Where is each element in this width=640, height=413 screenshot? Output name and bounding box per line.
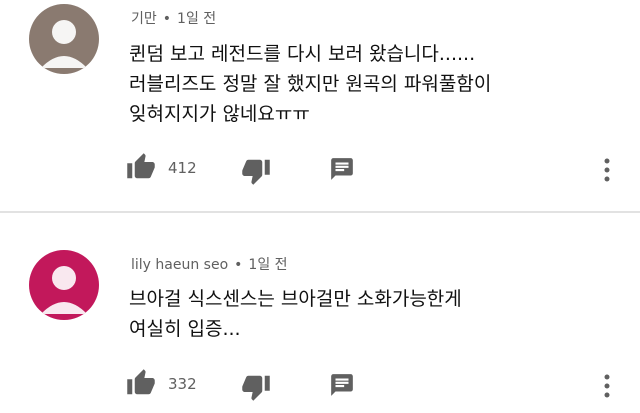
comment-divider bbox=[0, 211, 640, 213]
thumbs-down-icon bbox=[241, 156, 271, 186]
author-name[interactable]: 기만 bbox=[131, 11, 157, 27]
comment-item: lily haeun seo • 1일 전 브아걸 식스센스는 브아걸만 소화가능한… bbox=[0, 216, 640, 413]
comment-time: 1일 전 bbox=[248, 257, 288, 273]
comment-text: 브아걸 식스센스는 브아걸만 소화가능한게 여실히 입증... bbox=[129, 284, 600, 344]
comment-meta: lily haeun seo • 1일 전 bbox=[131, 254, 288, 274]
avatar[interactable] bbox=[29, 250, 99, 320]
comment-actions: 412 bbox=[0, 150, 640, 190]
comment-meta: 기만 • 1일 전 bbox=[131, 8, 216, 28]
like-count: 412 bbox=[168, 159, 197, 177]
dislike-button[interactable] bbox=[241, 372, 271, 402]
like-count: 332 bbox=[168, 375, 197, 393]
comment-item: 기만 • 1일 전 퀸덤 보고 레전드를 다시 보러 왔습니다...... 러블리즈… bbox=[0, 0, 640, 210]
thumbs-up-icon bbox=[126, 152, 156, 182]
reply-button[interactable] bbox=[329, 372, 355, 398]
comment-time: 1일 전 bbox=[177, 11, 217, 27]
separator: • bbox=[234, 257, 243, 273]
more-vert-icon bbox=[600, 372, 614, 400]
comment-line: 퀸덤 보고 레전드를 다시 보러 왔습니다...... bbox=[129, 43, 476, 65]
comment-actions: 332 bbox=[0, 366, 640, 406]
more-options-button[interactable] bbox=[600, 372, 614, 400]
reply-icon bbox=[329, 156, 355, 182]
like-button[interactable] bbox=[126, 368, 156, 398]
reply-icon bbox=[329, 372, 355, 398]
comment-line: 러블리즈도 정말 잘 했지만 원곡의 파워풀함이 bbox=[129, 73, 492, 95]
comment-text: 퀸덤 보고 레전드를 다시 보러 왔습니다...... 러블리즈도 정말 잘 했… bbox=[129, 39, 600, 129]
more-options-button[interactable] bbox=[600, 156, 614, 184]
thumbs-down-icon bbox=[241, 372, 271, 402]
separator: • bbox=[162, 11, 172, 27]
comment-line: 브아걸 식스센스는 브아걸만 소화가능한게 bbox=[129, 288, 462, 310]
avatar[interactable] bbox=[29, 4, 99, 74]
author-name[interactable]: lily haeun seo bbox=[131, 257, 228, 273]
comment-line: 여실히 입증... bbox=[129, 318, 241, 340]
comment-line: 잊혀지지가 않네요ㅠㅠ bbox=[129, 103, 310, 125]
thumbs-up-icon bbox=[126, 368, 156, 398]
reply-button[interactable] bbox=[329, 156, 355, 182]
like-button[interactable] bbox=[126, 152, 156, 182]
dislike-button[interactable] bbox=[241, 156, 271, 186]
more-vert-icon bbox=[600, 156, 614, 184]
